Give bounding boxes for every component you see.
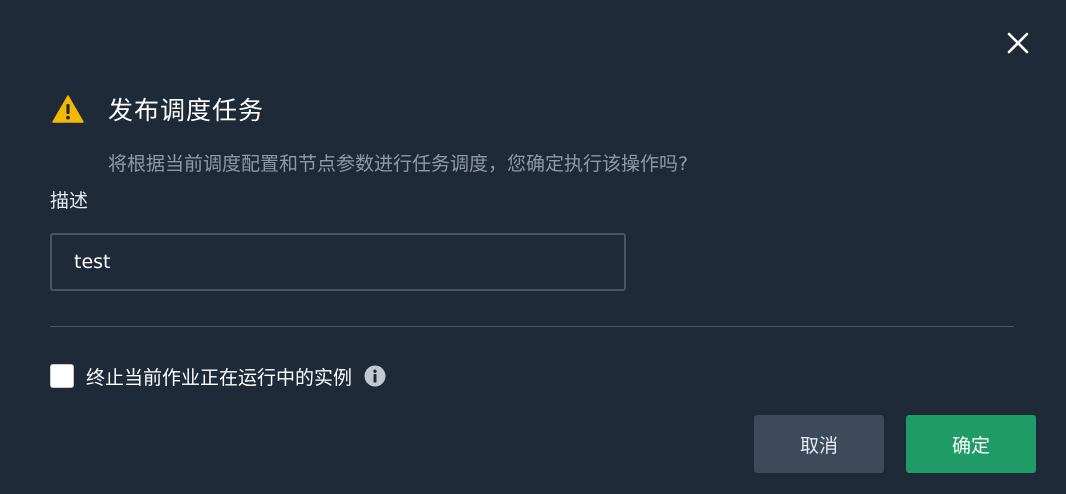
- terminate-option: 终止当前作业正在运行中的实例: [50, 362, 386, 390]
- close-button[interactable]: [1002, 27, 1034, 59]
- confirm-button[interactable]: 确定: [906, 415, 1036, 473]
- warning-icon: [52, 95, 84, 123]
- divider: [50, 326, 1014, 327]
- terminate-running-label: 终止当前作业正在运行中的实例: [86, 366, 353, 389]
- info-icon[interactable]: [364, 365, 386, 387]
- cancel-button[interactable]: 取消: [754, 415, 884, 473]
- description-input[interactable]: [50, 233, 626, 291]
- terminate-running-checkbox[interactable]: [50, 364, 74, 388]
- description-label: 描述: [50, 190, 89, 212]
- close-icon: [1007, 32, 1029, 54]
- publish-schedule-dialog: 发布调度任务 将根据当前调度配置和节点参数进行任务调度，您确定执行该操作吗? 描…: [0, 0, 1066, 494]
- dialog-title: 发布调度任务: [108, 96, 265, 125]
- confirm-message: 将根据当前调度配置和节点参数进行任务调度，您确定执行该操作吗?: [108, 153, 689, 175]
- dialog-header: 发布调度任务: [52, 88, 264, 130]
